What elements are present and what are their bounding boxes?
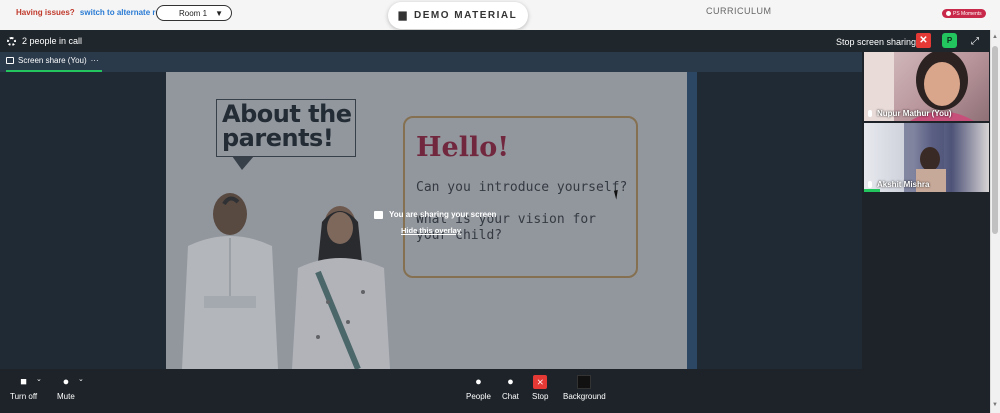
more-options-icon[interactable]: ··· bbox=[91, 56, 99, 65]
ps-moments-icon bbox=[946, 11, 951, 16]
demo-material-label: DEMO MATERIAL bbox=[414, 10, 518, 21]
slide-edge-strip bbox=[687, 72, 697, 369]
participant-tile[interactable]: Nupur Mathur (You) bbox=[864, 52, 989, 121]
hide-overlay-link[interactable]: Hide this overlay bbox=[401, 226, 461, 235]
room-select[interactable]: Room 1 ▼ bbox=[156, 5, 232, 21]
people-count: 2 people in call bbox=[7, 36, 82, 46]
gear-icon[interactable] bbox=[7, 36, 16, 46]
turn-off-label: Turn off bbox=[10, 392, 38, 401]
participant-name-tag: Nupur Mathur (You) bbox=[868, 109, 952, 118]
meeting-header: 2 people in call Stop screen sharing ✕ P… bbox=[0, 30, 990, 52]
stop-share-icon: ⨯ bbox=[533, 375, 548, 389]
screen-share-icon bbox=[6, 57, 14, 64]
stop-button[interactable]: ⨯ Stop bbox=[532, 375, 548, 401]
background-label: Background bbox=[563, 392, 606, 401]
chat-button[interactable]: ● Chat bbox=[502, 375, 519, 401]
mic-options-chevron-icon[interactable]: ⌄ bbox=[78, 375, 84, 383]
person-icon: ● bbox=[475, 376, 482, 388]
scroll-down-icon[interactable]: ▼ bbox=[992, 402, 998, 408]
background-button[interactable]: Background bbox=[563, 375, 606, 401]
tab-label: Screen share (You) bbox=[18, 56, 87, 65]
folder-icon: ▆ bbox=[398, 10, 408, 21]
p-badge-button[interactable]: P bbox=[942, 33, 957, 48]
people-label: People bbox=[466, 392, 491, 401]
mute-button[interactable]: ● Mute bbox=[57, 375, 75, 401]
fullscreen-icon[interactable]: ⤢ bbox=[968, 34, 982, 48]
ps-moments-label: PS Moments bbox=[953, 10, 982, 17]
stop-label: Stop bbox=[532, 392, 549, 401]
microphone-icon bbox=[868, 110, 872, 117]
issues-notice: Having issues? switch to alternate room bbox=[16, 8, 172, 17]
people-button[interactable]: ● People bbox=[466, 375, 491, 401]
chat-bubble-icon: ● bbox=[507, 376, 514, 388]
dropdown-arrow-icon: ▼ bbox=[215, 8, 223, 18]
background-icon bbox=[577, 375, 592, 389]
demo-material-button[interactable]: ▆ DEMO MATERIAL bbox=[388, 2, 528, 29]
sharing-message-text: You are sharing your screen bbox=[389, 210, 497, 219]
stop-sharing-button[interactable]: ✕ bbox=[916, 33, 931, 48]
video-camera-icon: ■ bbox=[20, 376, 27, 388]
tab-bar: Screen share (You) ··· bbox=[0, 52, 862, 72]
microphone-icon bbox=[868, 181, 872, 188]
top-bar: Having issues? switch to alternate room … bbox=[0, 0, 1000, 30]
issues-label: Having issues? bbox=[16, 8, 75, 17]
turn-off-camera-button[interactable]: ■ Turn off bbox=[10, 375, 37, 401]
chat-label: Chat bbox=[502, 392, 519, 401]
participant-name: Nupur Mathur (You) bbox=[877, 109, 952, 118]
people-count-label: 2 people in call bbox=[22, 36, 83, 46]
camera-options-chevron-icon[interactable]: ⌄ bbox=[36, 375, 42, 383]
sharing-message: You are sharing your screen bbox=[374, 210, 496, 219]
bottom-toolbar bbox=[0, 369, 990, 413]
participant-name: Akshit Mishra bbox=[877, 180, 930, 189]
participant-tile[interactable]: Akshit Mishra bbox=[864, 123, 989, 192]
scroll-up-icon[interactable]: ▲ bbox=[992, 34, 998, 40]
sharing-overlay bbox=[166, 72, 687, 369]
ps-moments-button[interactable]: PS Moments bbox=[942, 9, 986, 18]
participant-name-tag: Akshit Mishra bbox=[868, 180, 929, 189]
stop-screen-sharing-label: Stop screen sharing bbox=[836, 37, 917, 47]
meeting-window: 2 people in call Stop screen sharing ✕ P… bbox=[0, 30, 990, 413]
room-select-value: Room 1 bbox=[179, 8, 208, 18]
curriculum-tab[interactable]: CURRICULUM bbox=[706, 6, 772, 16]
tab-screen-share[interactable]: Screen share (You) ··· bbox=[6, 56, 99, 65]
scrollbar-thumb[interactable] bbox=[992, 46, 998, 234]
speaking-indicator bbox=[864, 189, 880, 192]
microphone-icon: ● bbox=[62, 376, 70, 388]
screen-share-icon bbox=[374, 210, 383, 219]
mute-label: Mute bbox=[57, 392, 75, 401]
